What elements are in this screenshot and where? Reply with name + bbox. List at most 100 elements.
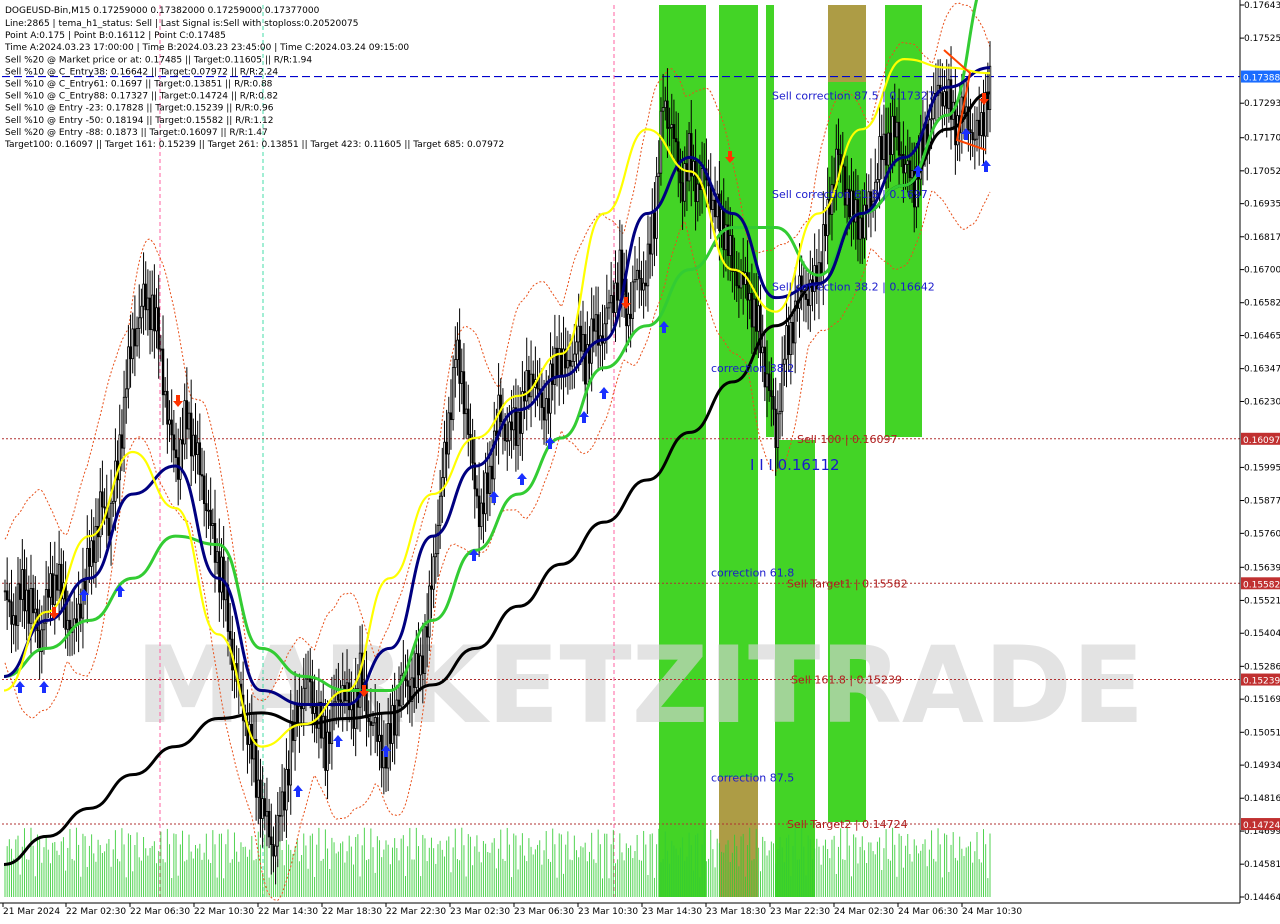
candle-body bbox=[876, 179, 879, 183]
info-line: Sell %10 @ Entry -50: 0.18194 || Target:… bbox=[5, 116, 273, 126]
candle-body bbox=[837, 148, 840, 155]
candle-body bbox=[694, 160, 697, 203]
candle-body bbox=[908, 160, 912, 179]
y-tick-label: 0.16230 bbox=[1244, 397, 1280, 407]
candle-body bbox=[75, 618, 78, 624]
candle-body bbox=[653, 212, 656, 239]
y-tick-label: 0.17525 bbox=[1244, 34, 1280, 44]
candle-body bbox=[287, 768, 290, 786]
candle-body bbox=[947, 79, 951, 109]
candle-body bbox=[674, 138, 678, 143]
info-line: Line:2865 | tema_h1_status: Sell | Last … bbox=[5, 19, 358, 29]
level-price-tag-label: 0.16097 bbox=[1243, 436, 1280, 446]
candle-body bbox=[856, 199, 860, 240]
candle-body bbox=[341, 685, 344, 703]
candle-body bbox=[157, 307, 160, 350]
candle-body bbox=[467, 408, 470, 435]
candle-body bbox=[824, 224, 827, 237]
candle-body bbox=[551, 363, 554, 385]
candle-body bbox=[973, 138, 977, 141]
candle-body bbox=[276, 814, 279, 847]
info-line: Sell %20 @ Entry -88: 0.1873 || Target:0… bbox=[5, 128, 268, 138]
level-price-tag-label: 0.15239 bbox=[1243, 677, 1280, 687]
x-tick-label: 23 Mar 18:30 bbox=[706, 907, 766, 917]
candle-body bbox=[679, 170, 682, 184]
price-chart[interactable]: MARKETZITRADE Sell correction 87.5 | 0.1… bbox=[0, 0, 1280, 920]
candle-body bbox=[900, 154, 903, 156]
candle-body bbox=[220, 556, 223, 593]
candle-body bbox=[103, 506, 106, 509]
candle-body bbox=[508, 421, 511, 442]
candle-body bbox=[428, 585, 431, 638]
candle-body bbox=[79, 603, 82, 619]
candle-body bbox=[462, 371, 466, 415]
candle-body bbox=[296, 704, 299, 724]
candle-body bbox=[3, 590, 7, 593]
candle-body bbox=[549, 363, 552, 414]
y-tick-label: 0.16582 bbox=[1244, 299, 1280, 309]
candle-body bbox=[696, 183, 699, 203]
candle-body bbox=[289, 722, 292, 786]
candle-body bbox=[181, 439, 184, 445]
info-line: Target100: 0.16097 || Target 161: 0.1523… bbox=[4, 140, 504, 150]
candle-body bbox=[371, 722, 375, 726]
green-zone bbox=[719, 5, 758, 897]
candle-body bbox=[975, 119, 979, 140]
info-line: Sell %10 @ C_Entry61: 0.1697 || Target:0… bbox=[5, 80, 273, 90]
y-tick-label: 0.16935 bbox=[1244, 200, 1280, 210]
candle-body bbox=[750, 293, 754, 328]
candle-body bbox=[25, 589, 28, 612]
candle-body bbox=[101, 491, 104, 508]
candle-body bbox=[447, 412, 450, 455]
candle-body bbox=[120, 434, 124, 449]
candle-body bbox=[163, 390, 167, 396]
candle-body bbox=[18, 583, 22, 600]
y-tick-label: 0.14581 bbox=[1244, 860, 1280, 870]
candle-body bbox=[456, 339, 459, 360]
candle-body bbox=[324, 715, 327, 771]
candle-body bbox=[445, 441, 448, 455]
candle-body bbox=[668, 127, 671, 129]
candle-body bbox=[878, 136, 881, 180]
candle-body bbox=[884, 133, 888, 166]
candle-body bbox=[438, 495, 442, 526]
chart-background bbox=[0, 0, 1280, 920]
candle-body bbox=[159, 348, 163, 351]
x-tick-label: 22 Mar 22:30 bbox=[386, 907, 446, 917]
chart-annotation: Sell Target1 | 0.15582 bbox=[787, 577, 908, 590]
candle-body bbox=[521, 391, 524, 434]
candle-body bbox=[629, 313, 632, 319]
candle-body bbox=[767, 373, 771, 392]
candle-body bbox=[170, 419, 173, 436]
candle-body bbox=[423, 626, 427, 674]
candle-body bbox=[127, 346, 130, 390]
candle-body bbox=[772, 396, 775, 410]
candle-body bbox=[376, 717, 379, 742]
candle-body bbox=[516, 411, 520, 446]
candle-body bbox=[8, 599, 11, 603]
candle-body bbox=[142, 283, 145, 307]
candle-body bbox=[183, 400, 186, 445]
candle-body bbox=[430, 585, 433, 590]
chart-annotation: correction 61.8 bbox=[711, 567, 794, 580]
candle-body bbox=[776, 413, 780, 448]
candle-body bbox=[761, 346, 764, 354]
candle-body bbox=[322, 715, 325, 739]
x-tick-label: 23 Mar 22:30 bbox=[770, 907, 830, 917]
y-tick-label: 0.15877 bbox=[1244, 497, 1280, 507]
candle-body bbox=[189, 412, 193, 457]
candle-body bbox=[547, 398, 550, 414]
candle-body bbox=[179, 439, 182, 480]
candle-body bbox=[503, 423, 507, 442]
candle-body bbox=[570, 361, 574, 367]
candle-body bbox=[540, 392, 544, 408]
chart-annotation: correction 38.2 bbox=[711, 362, 794, 375]
candle-body bbox=[259, 779, 262, 819]
candle-body bbox=[566, 359, 570, 369]
level-price-tag-label: 0.15582 bbox=[1243, 580, 1280, 590]
candle-body bbox=[86, 548, 89, 594]
candle-body bbox=[631, 281, 635, 319]
y-tick-label: 0.17643 bbox=[1244, 1, 1280, 11]
candle-body bbox=[986, 92, 990, 110]
candle-body bbox=[358, 652, 362, 708]
